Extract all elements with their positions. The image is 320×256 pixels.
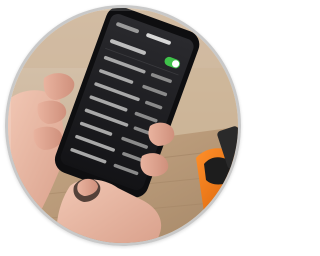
photo-scene <box>8 8 238 243</box>
circular-photo-frame <box>5 5 241 246</box>
stage <box>0 0 250 256</box>
